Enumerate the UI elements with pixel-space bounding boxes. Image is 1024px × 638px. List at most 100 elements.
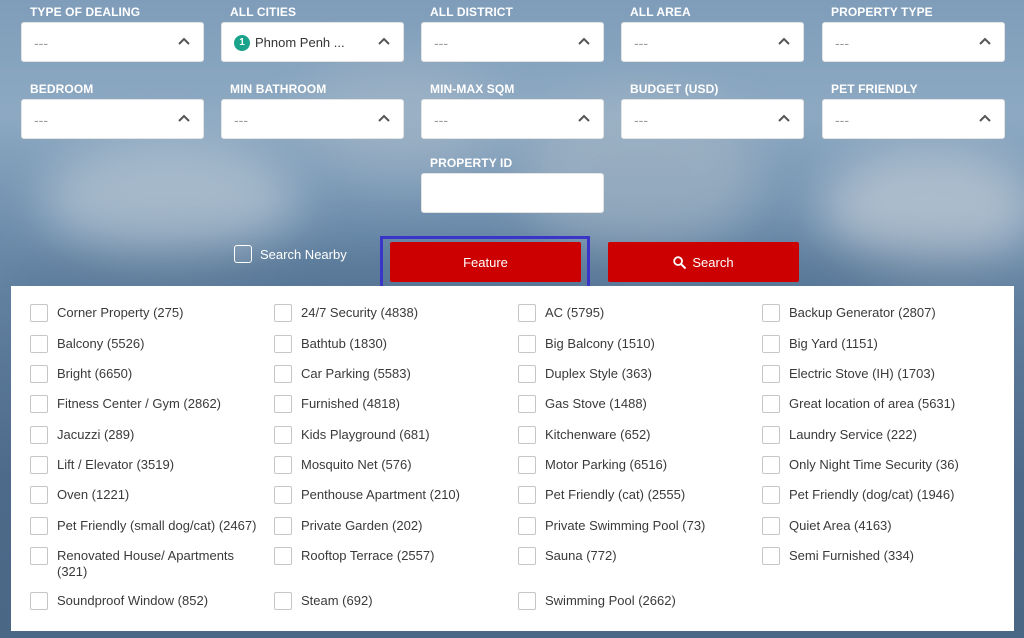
budget-select[interactable]: --- xyxy=(621,99,804,139)
feature-checkbox[interactable] xyxy=(518,456,536,474)
min-max-sqm-select[interactable]: --- xyxy=(421,99,604,139)
feature-checkbox[interactable] xyxy=(274,365,292,383)
feature-checkbox[interactable] xyxy=(762,395,780,413)
feature-option[interactable]: Great location of area (5631) xyxy=(762,395,999,413)
all-cities-select[interactable]: 1 Phnom Penh ... xyxy=(221,22,404,62)
feature-checkbox[interactable] xyxy=(518,517,536,535)
feature-option[interactable]: Big Balcony (1510) xyxy=(518,335,755,353)
search-button-label: Search xyxy=(692,254,734,270)
feature-checkbox[interactable] xyxy=(762,426,780,444)
feature-checkbox[interactable] xyxy=(518,395,536,413)
feature-option[interactable]: Fitness Center / Gym (2862) xyxy=(30,395,267,413)
feature-option[interactable]: Motor Parking (6516) xyxy=(518,456,755,474)
search-nearby-toggle[interactable]: Search Nearby xyxy=(234,245,347,263)
chevron-up-icon xyxy=(378,114,390,122)
min-bathroom-select[interactable]: --- xyxy=(221,99,404,139)
feature-checkbox[interactable] xyxy=(274,395,292,413)
feature-checkbox[interactable] xyxy=(762,304,780,322)
type-of-dealing-select[interactable]: --- xyxy=(21,22,204,62)
feature-checkbox[interactable] xyxy=(274,592,292,610)
all-district-select[interactable]: --- xyxy=(421,22,604,62)
feature-option[interactable]: Jacuzzi (289) xyxy=(30,426,267,444)
feature-option[interactable]: 24/7 Security (4838) xyxy=(274,304,511,322)
feature-checkbox[interactable] xyxy=(274,547,292,565)
feature-option[interactable]: Quiet Area (4163) xyxy=(762,517,999,535)
feature-checkbox[interactable] xyxy=(518,486,536,504)
field-label: TYPE OF DEALING xyxy=(30,5,141,19)
feature-option[interactable]: Bright (6650) xyxy=(30,365,267,383)
feature-option[interactable]: Sauna (772) xyxy=(518,547,755,565)
search-nearby-checkbox[interactable] xyxy=(234,245,252,263)
feature-checkbox[interactable] xyxy=(274,304,292,322)
feature-checkbox[interactable] xyxy=(30,517,48,535)
feature-option[interactable]: Pet Friendly (dog/cat) (1946) xyxy=(762,486,999,504)
feature-checkbox[interactable] xyxy=(518,426,536,444)
feature-option-label: Duplex Style (363) xyxy=(545,366,652,381)
feature-option[interactable]: AC (5795) xyxy=(518,304,755,322)
feature-checkbox[interactable] xyxy=(30,426,48,444)
feature-option[interactable]: Rooftop Terrace (2557) xyxy=(274,547,511,565)
feature-checkbox[interactable] xyxy=(30,456,48,474)
feature-option[interactable]: Steam (692) xyxy=(274,592,511,610)
feature-checkbox[interactable] xyxy=(274,456,292,474)
feature-checkbox[interactable] xyxy=(274,426,292,444)
feature-checkbox[interactable] xyxy=(518,592,536,610)
feature-option[interactable]: Renovated House/ Apartments (321) xyxy=(30,547,267,580)
feature-checkbox[interactable] xyxy=(762,486,780,504)
feature-option[interactable]: Laundry Service (222) xyxy=(762,426,999,444)
feature-checkbox[interactable] xyxy=(518,304,536,322)
feature-option[interactable]: Bathtub (1830) xyxy=(274,335,511,353)
feature-checkbox[interactable] xyxy=(762,517,780,535)
feature-option[interactable]: Pet Friendly (small dog/cat) (2467) xyxy=(30,517,267,535)
feature-option[interactable]: Kids Playground (681) xyxy=(274,426,511,444)
feature-option[interactable]: Furnished (4818) xyxy=(274,395,511,413)
feature-option[interactable]: Pet Friendly (cat) (2555) xyxy=(518,486,755,504)
feature-checkbox[interactable] xyxy=(274,335,292,353)
feature-option[interactable]: Balcony (5526) xyxy=(30,335,267,353)
feature-option[interactable]: Electric Stove (IH) (1703) xyxy=(762,365,999,383)
feature-checkbox[interactable] xyxy=(30,547,48,565)
feature-option[interactable]: Lift / Elevator (3519) xyxy=(30,456,267,474)
feature-checkbox[interactable] xyxy=(762,365,780,383)
feature-checkbox[interactable] xyxy=(30,395,48,413)
feature-checkbox[interactable] xyxy=(30,335,48,353)
feature-checkbox[interactable] xyxy=(518,365,536,383)
feature-checkbox[interactable] xyxy=(518,335,536,353)
feature-checkbox[interactable] xyxy=(30,486,48,504)
feature-option[interactable]: Semi Furnished (334) xyxy=(762,547,999,565)
feature-button[interactable]: Feature xyxy=(390,242,581,282)
feature-checkbox[interactable] xyxy=(30,365,48,383)
property-id-input[interactable] xyxy=(421,173,604,213)
feature-checkbox[interactable] xyxy=(30,304,48,322)
feature-checkbox[interactable] xyxy=(762,335,780,353)
bedroom-select[interactable]: --- xyxy=(21,99,204,139)
pet-friendly-select[interactable]: --- xyxy=(822,99,1005,139)
feature-option[interactable]: Duplex Style (363) xyxy=(518,365,755,383)
feature-checkbox[interactable] xyxy=(274,517,292,535)
feature-checkbox[interactable] xyxy=(274,486,292,504)
feature-option[interactable]: Only Night Time Security (36) xyxy=(762,456,999,474)
feature-option[interactable]: Car Parking (5583) xyxy=(274,365,511,383)
search-button[interactable]: Search xyxy=(608,242,799,282)
feature-option[interactable]: Kitchenware (652) xyxy=(518,426,755,444)
feature-option-label: Pet Friendly (small dog/cat) (2467) xyxy=(57,518,257,533)
feature-option[interactable]: Private Swimming Pool (73) xyxy=(518,517,755,535)
feature-option[interactable]: Backup Generator (2807) xyxy=(762,304,999,322)
feature-option[interactable]: Corner Property (275) xyxy=(30,304,267,322)
feature-option[interactable]: Mosquito Net (576) xyxy=(274,456,511,474)
property-type-select[interactable]: --- xyxy=(822,22,1005,62)
feature-checkbox[interactable] xyxy=(762,547,780,565)
feature-option[interactable]: Oven (1221) xyxy=(30,486,267,504)
feature-option[interactable]: Big Yard (1151) xyxy=(762,335,999,353)
feature-checkbox[interactable] xyxy=(30,592,48,610)
chevron-up-icon xyxy=(578,114,590,122)
feature-option[interactable]: Soundproof Window (852) xyxy=(30,592,267,610)
feature-option[interactable]: Private Garden (202) xyxy=(274,517,511,535)
feature-option-label: Balcony (5526) xyxy=(57,336,145,351)
all-area-select[interactable]: --- xyxy=(621,22,804,62)
feature-option[interactable]: Swimming Pool (2662) xyxy=(518,592,755,610)
feature-checkbox[interactable] xyxy=(518,547,536,565)
feature-option[interactable]: Penthouse Apartment (210) xyxy=(274,486,511,504)
feature-checkbox[interactable] xyxy=(762,456,780,474)
feature-option[interactable]: Gas Stove (1488) xyxy=(518,395,755,413)
